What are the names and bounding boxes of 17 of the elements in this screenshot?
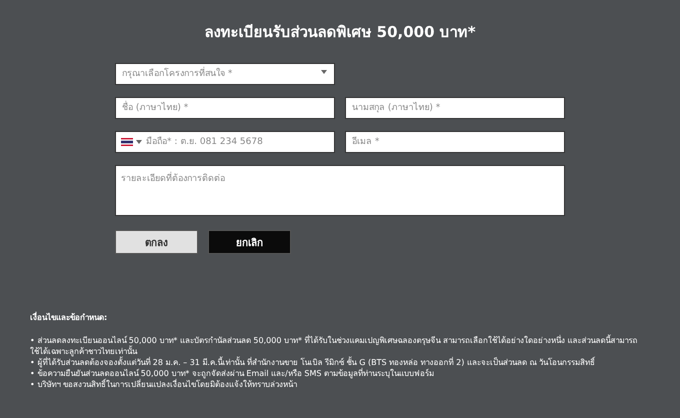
details-field[interactable]: รายละเอียดที่ต้องการติดต่อ [115,165,565,216]
caret-icon [321,70,327,74]
last-name-field[interactable]: นามสกุล (ภาษาไทย) * [345,97,565,119]
cancel-button[interactable]: ยกเลิก [208,230,291,254]
terms-item: • ข้อความยืนยันส่วนลดออนไลน์ 50,000 บาท* จะถูกจัดส่งผ่าน Email และ/หรือ SMS ตามข้อมูลที่ท่านระบุในแบบฟอร์ม [30,368,436,378]
first-name-field[interactable]: ชื่อ (ภาษาไทย) * [115,97,335,119]
terms-item: • ส่วนลดลงทะเบียนออนไลน์ 50,000 บาท* และบัตรกำนัลส่วนลด 50,000 บาท* ที่ได้รับในช่วงแคมเปญพิเศษฉลองตรุษจีน สามารถเลือกใช้ได้อย่างใดอย่างหนึ่ง และส่วนลดนี้สามารถใช้ได้เฉพาะลูกค้าชาวไทยเท่านั้น [30,335,639,356]
ok-button[interactable]: ตกลง [115,230,198,254]
project-select[interactable]: กรุณาเลือกโครงการที่สนใจ * [115,63,335,85]
terms-item: • บริษัทฯ ขอสงวนสิทธิ์ในการเปลี่ยนแปลงเงื่อนไขโดยมิต้องแจ้งให้ทราบล่วงหน้า [30,379,298,390]
terms-item: • ผู้ที่ได้รับส่วนลดต้องจองตั้งแต่วันที่ 28 ม.ค. – 31 มี.ค.นี้เท่านั้น ที่สำนักงานขาย โนเบิล รีมิกซ์ ชั้น G (BTS ทองหล่อ ทางออกที่ 2) และจะเป็นส่วนลด ณ วันโอนกรรมสิทธิ์ [30,357,596,368]
flag-icon [121,138,133,146]
phone-field[interactable]: มือถือ* : ต.ย. 081 234 5678 [115,131,335,153]
form-title: ลงทะเบียนรับส่วนลดพิเศษ 50,000 บาท* [204,22,476,42]
email-field[interactable]: อีเมล * [345,131,565,153]
caret-icon [136,140,142,144]
terms-heading: เงื่อนไขและข้อกำหนด: [30,312,108,323]
